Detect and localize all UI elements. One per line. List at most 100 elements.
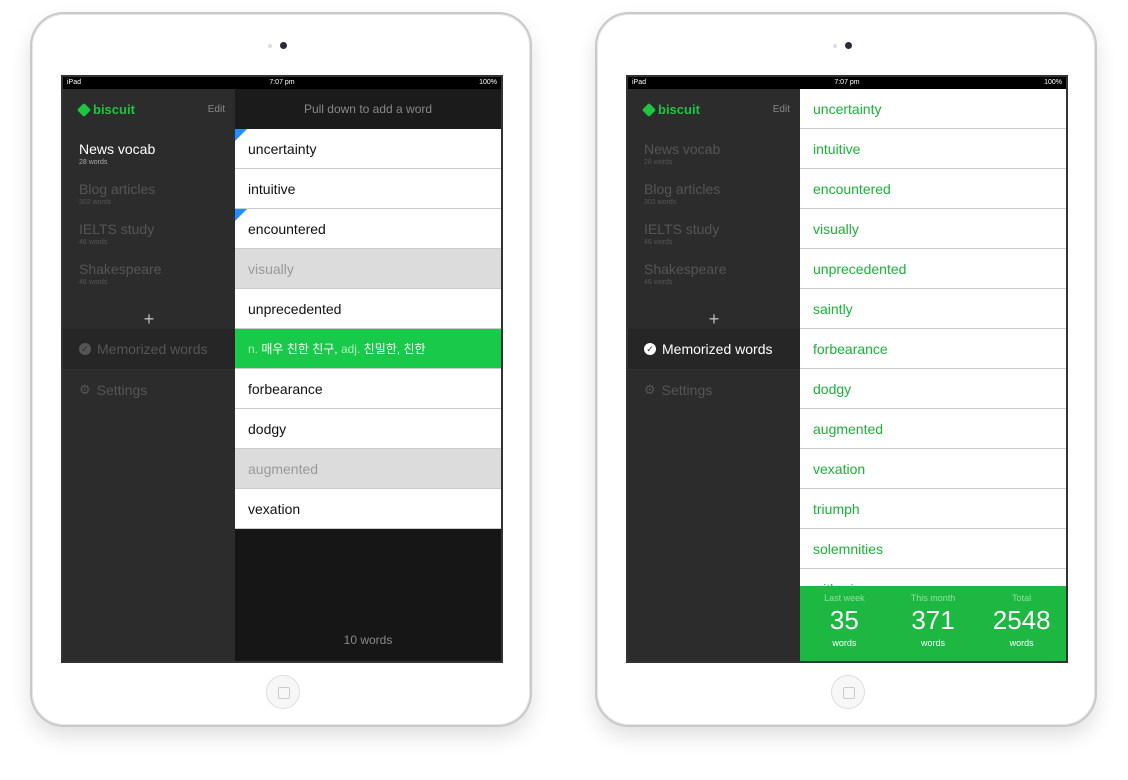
clock: 7:07 pm bbox=[269, 79, 295, 86]
deck-count: 46 words bbox=[644, 239, 673, 246]
deck-item[interactable]: IELTS study 46 words bbox=[644, 221, 719, 246]
deck-item[interactable]: Blog articles 302 words bbox=[644, 181, 720, 206]
logo: biscuit bbox=[641, 102, 700, 117]
deck-count: 302 words bbox=[79, 199, 112, 206]
word-list: uncertainty intuitive encountered visually u… bbox=[235, 129, 501, 529]
deck-item[interactable]: IELTS study 46 words bbox=[79, 221, 154, 246]
battery: 100% bbox=[1044, 79, 1062, 86]
stat-value: 2548 bbox=[992, 605, 1051, 635]
deck-item[interactable]: Blog articles 302 words bbox=[79, 181, 155, 206]
settings-item[interactable]: ⚙ Settings bbox=[628, 369, 800, 409]
settings-label: Settings bbox=[96, 381, 148, 398]
memorized-list-panel: uncertainty intuitive encountered visually u… bbox=[800, 89, 1066, 661]
ipad-left: iPad 7:07 pm 100% biscuit Edit News vocab 28 … bbox=[30, 12, 532, 727]
memorized-word-row[interactable]: unprecedented bbox=[800, 249, 1066, 289]
deck-item[interactable]: News vocab 28 words bbox=[644, 141, 720, 166]
logo-text: biscuit bbox=[93, 102, 135, 117]
word-row[interactable]: augmented bbox=[235, 449, 501, 489]
word-text: vexation bbox=[248, 501, 301, 517]
stat-value: 371 bbox=[911, 605, 955, 635]
sensor bbox=[833, 44, 837, 48]
memorized-word-row[interactable]: solemnities bbox=[800, 529, 1066, 569]
word-text: uncertainty bbox=[248, 141, 317, 157]
deck-count: 28 words bbox=[644, 159, 673, 166]
memorized-label: Memorized words bbox=[97, 341, 208, 357]
battery: 100% bbox=[479, 79, 497, 86]
deck-count: 46 words bbox=[79, 239, 108, 246]
memorized-word-row[interactable]: vexation bbox=[800, 449, 1066, 489]
deck-count: 46 words bbox=[79, 279, 108, 286]
home-button[interactable] bbox=[266, 675, 300, 709]
stat-this-month: This month 371 words bbox=[889, 586, 978, 661]
add-deck-button[interactable]: + bbox=[63, 309, 235, 330]
sidebar: biscuit Edit News vocab 28 words Blog articl… bbox=[63, 89, 235, 661]
word-row[interactable]: dodgy bbox=[235, 409, 501, 449]
word-row[interactable]: uncertainty bbox=[235, 129, 501, 169]
status-bar: iPad 7:07 pm 100% bbox=[628, 77, 1066, 89]
stat-unit: words bbox=[832, 638, 857, 648]
memorized-word-row[interactable]: visually bbox=[800, 209, 1066, 249]
biscuit-logo-icon bbox=[641, 102, 657, 117]
deck-name: News vocab bbox=[79, 141, 156, 157]
definition-row[interactable]: n. 매우 친한 친구, adj. 친밀한, 친한 bbox=[235, 329, 501, 369]
ipad-right: iPad 7:07 pm 100% biscuit Edit News vocab 28 … bbox=[595, 12, 1097, 727]
word-count: 10 words bbox=[343, 633, 393, 647]
biscuit-logo-icon bbox=[76, 102, 92, 117]
word-row[interactable]: encountered bbox=[235, 209, 501, 249]
word-text: intuitive bbox=[248, 181, 296, 197]
word-row[interactable]: forbearance bbox=[235, 369, 501, 409]
word-text: dodgy bbox=[248, 421, 287, 437]
stat-value: 35 bbox=[829, 605, 859, 635]
stat-last-week: Last week 35 words bbox=[800, 586, 889, 661]
add-deck-button[interactable]: + bbox=[628, 309, 800, 330]
word-text: forbearance bbox=[248, 381, 323, 397]
stat-label: This month bbox=[910, 593, 956, 603]
deck-name: Shakespeare bbox=[644, 261, 727, 277]
edit-button[interactable]: Edit bbox=[773, 104, 790, 115]
pull-hint: Pull down to add a word bbox=[235, 89, 501, 129]
memorized-word-row[interactable]: intuitive bbox=[800, 129, 1066, 169]
memorized-words-item[interactable]: ✓ Memorized words bbox=[628, 329, 800, 369]
memorized-word-row[interactable]: forbearance bbox=[800, 329, 1066, 369]
memorized-word-row[interactable]: saintly bbox=[800, 289, 1066, 329]
word-text: encountered bbox=[248, 221, 326, 237]
memorized-word-row[interactable]: dodgy bbox=[800, 369, 1066, 409]
deck-name: Shakespeare bbox=[79, 261, 162, 277]
memorized-word-row[interactable]: triumph bbox=[800, 489, 1066, 529]
camera bbox=[280, 42, 287, 49]
word-list-panel: Pull down to add a word uncertainty intui… bbox=[235, 89, 501, 661]
word-row[interactable]: unprecedented bbox=[235, 289, 501, 329]
settings-item[interactable]: ⚙ Settings bbox=[63, 369, 235, 409]
word-row[interactable]: intuitive bbox=[235, 169, 501, 209]
edit-button[interactable]: Edit bbox=[208, 104, 225, 115]
deck-item[interactable]: Shakespeare 46 words bbox=[644, 261, 727, 286]
memorized-word-row[interactable]: augmented bbox=[800, 409, 1066, 449]
word-row[interactable]: visually bbox=[235, 249, 501, 289]
memorized-word-row[interactable]: uncertainty bbox=[800, 89, 1066, 129]
deck-item[interactable]: Shakespeare 46 words bbox=[79, 261, 162, 286]
new-flag-icon bbox=[235, 129, 247, 141]
word-text: unprecedented bbox=[248, 301, 342, 317]
deck-name: IELTS study bbox=[79, 221, 155, 237]
deck-name: News vocab bbox=[644, 141, 721, 157]
logo: biscuit bbox=[76, 102, 135, 117]
sidebar: biscuit Edit News vocab 28 words Blog articl… bbox=[628, 89, 800, 661]
memorized-word-list: uncertainty intuitive encountered visually u… bbox=[800, 89, 1066, 649]
camera bbox=[845, 42, 852, 49]
screen-right: iPad 7:07 pm 100% biscuit Edit News vocab 28 … bbox=[626, 75, 1068, 663]
memorized-words-item[interactable]: ✓ Memorized words bbox=[63, 329, 235, 369]
memorized-word-row[interactable]: encountered bbox=[800, 169, 1066, 209]
part-of-speech: n. bbox=[248, 342, 259, 356]
deck-count: 302 words bbox=[644, 199, 677, 206]
deck-item[interactable]: News vocab 28 words bbox=[79, 141, 155, 166]
home-button[interactable] bbox=[831, 675, 865, 709]
logo-text: biscuit bbox=[658, 102, 700, 117]
check-circle-icon: ✓ bbox=[79, 343, 91, 355]
status-bar: iPad 7:07 pm 100% bbox=[63, 77, 501, 89]
screen-left: iPad 7:07 pm 100% biscuit Edit News vocab 28 … bbox=[61, 75, 503, 663]
check-circle-icon: ✓ bbox=[644, 343, 656, 355]
deck-name: Blog articles bbox=[79, 181, 156, 197]
new-flag-icon bbox=[235, 209, 247, 221]
word-row[interactable]: vexation bbox=[235, 489, 501, 529]
stat-total: Total 2548 words bbox=[977, 586, 1066, 661]
